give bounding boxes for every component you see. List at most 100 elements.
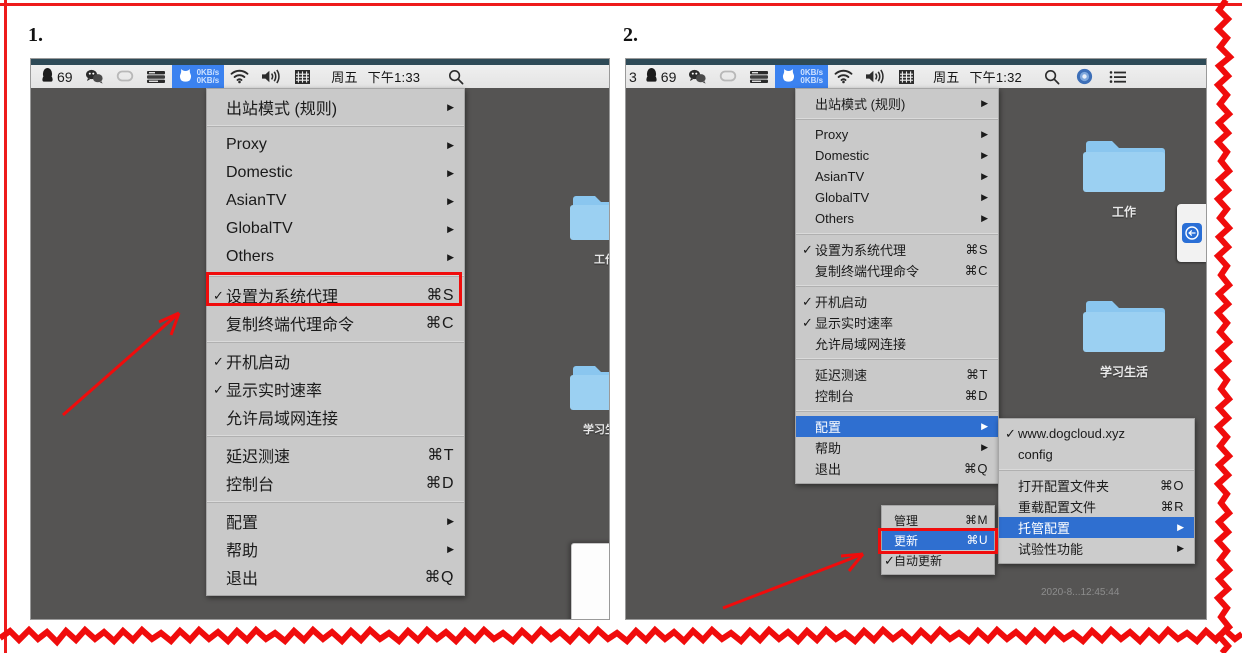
menu-bar-clock[interactable]: 下午1:32 (965, 65, 1028, 88)
menu-label: GlobalTV (815, 190, 870, 205)
pinyin-input-icon[interactable] (892, 65, 921, 88)
menu-item-globaltv[interactable]: GlobalTV ▶ (207, 215, 464, 243)
notification-center-icon[interactable] (1099, 65, 1133, 88)
menu-item-copy-terminal-command[interactable]: 复制终端代理命令 ⌘C (796, 260, 998, 281)
menu-check: ✓ (884, 552, 895, 568)
folder-study-life[interactable]: 学习生活 (1078, 293, 1170, 380)
menu-label: 更新 (894, 533, 919, 548)
app-badge-icon (1182, 223, 1202, 243)
submenu-arrow-icon: ▶ (447, 167, 454, 178)
istat-menus-icon[interactable] (743, 65, 775, 88)
submenu-item-config-profile[interactable]: config (999, 444, 1194, 465)
volume-icon[interactable] (255, 65, 288, 88)
menu-item-quit[interactable]: 退出 ⌘Q (207, 563, 464, 591)
clash-menu-bar-item[interactable]: 0KB/s 0KB/s (775, 65, 829, 88)
spotlight-search-icon[interactable] (426, 65, 470, 88)
panel-2-number: 2. (623, 24, 638, 46)
submenu-arrow-icon: ▶ (981, 98, 988, 108)
submenu-item-update[interactable]: 更新 ⌘U (882, 530, 994, 550)
panel-1-screenshot: 69 0KB/s 0KB/s 周五 下午1:33 工 学习 出站模式 (规则) … (30, 58, 610, 620)
submenu-item-open-config-folder[interactable]: 打开配置文件夹 ⌘O (999, 475, 1194, 496)
qq-penguin-icon[interactable]: 69 (639, 65, 683, 88)
menu-separator (796, 233, 998, 235)
menu-shortcut: ⌘Q (963, 460, 988, 476)
pinyin-input-icon[interactable] (288, 65, 317, 88)
submenu-item-reload-config[interactable]: 重载配置文件 ⌘R (999, 496, 1194, 517)
menu-item-allow-lan[interactable]: 允许局域网连接 (207, 403, 464, 431)
menu-item-others[interactable]: Others ▶ (796, 208, 998, 229)
menu-item-help[interactable]: 帮助 ▶ (796, 437, 998, 458)
background-window[interactable] (571, 543, 609, 619)
menu-item-show-speed[interactable]: ✓ 显示实时速率 (207, 375, 464, 403)
menu-bar-clock[interactable]: 下午1:33 (364, 65, 427, 88)
adobe-cc-icon[interactable] (713, 65, 743, 88)
siri-icon[interactable] (1066, 65, 1099, 88)
menu-item-copy-terminal-command[interactable]: 复制终端代理命令 ⌘C (207, 309, 464, 337)
wechat-icon[interactable] (682, 65, 713, 88)
menu-label: 打开配置文件夹 (1018, 479, 1110, 494)
qq-unread-count: 69 (57, 68, 73, 85)
menu-item-globaltv[interactable]: GlobalTV ▶ (796, 187, 998, 208)
folder-work[interactable]: 工作 (559, 188, 609, 267)
menu-shortcut: ⌘U (966, 533, 988, 547)
wifi-icon[interactable] (224, 65, 255, 88)
clash-main-menu: 出站模式 (规则) ▶ Proxy ▶ Domestic ▶ AsianTV ▶… (795, 88, 999, 484)
submenu-item-auto-update[interactable]: ✓ 自动更新 (882, 550, 994, 570)
submenu-arrow-icon: ▶ (447, 101, 454, 112)
menu-separator (796, 285, 998, 287)
submenu-arrow-icon: ▶ (981, 129, 988, 139)
folder-icon (1078, 293, 1170, 360)
menu-item-proxy[interactable]: Proxy ▶ (207, 131, 464, 159)
folder-work[interactable]: 工作 (1078, 133, 1170, 220)
submenu-arrow-icon: ▶ (447, 223, 454, 234)
menu-bar-day[interactable]: 周五 (921, 65, 965, 88)
menu-item-domestic[interactable]: Domestic ▶ (207, 159, 464, 187)
menu-item-outbound-mode[interactable]: 出站模式 (规则) ▶ (207, 93, 464, 121)
submenu-arrow-icon: ▶ (447, 139, 454, 150)
menu-item-quit[interactable]: 退出 ⌘Q (796, 458, 998, 479)
menu-item-config[interactable]: 配置 ▶ (796, 416, 998, 437)
menu-item-set-as-system-proxy[interactable]: ✓ 设置为系统代理 ⌘S (796, 239, 998, 260)
clash-menu-bar-item[interactable]: 0KB/s 0KB/s (171, 65, 225, 88)
menu-item-config[interactable]: 配置 ▶ (207, 507, 464, 535)
screen-edge-tab[interactable] (1177, 204, 1206, 262)
menu-bar-day[interactable]: 周五 (317, 65, 363, 88)
menu-item-proxy[interactable]: Proxy ▶ (796, 124, 998, 145)
submenu-item-dogcloud-profile[interactable]: ✓ www.dogcloud.xyz (999, 423, 1194, 444)
menu-item-asiantv[interactable]: AsianTV ▶ (207, 187, 464, 215)
submenu-item-manage[interactable]: 管理 ⌘M (882, 510, 994, 530)
menu-label: 开机启动 (815, 295, 868, 310)
menu-item-others[interactable]: Others ▶ (207, 243, 464, 271)
spotlight-search-icon[interactable] (1028, 65, 1066, 88)
submenu-arrow-icon: ▶ (981, 442, 988, 452)
menu-label: config (1018, 447, 1053, 462)
adobe-cc-icon[interactable] (110, 65, 140, 88)
folder-study-life[interactable]: 学习生活 (559, 358, 609, 437)
menu-label: 管理 (894, 513, 919, 528)
menu-item-asiantv[interactable]: AsianTV ▶ (796, 166, 998, 187)
qq-penguin-icon[interactable]: 69 (35, 65, 79, 88)
submenu-item-hosted-config[interactable]: 托管配置 ▶ (999, 517, 1194, 538)
frame-border-left (4, 0, 7, 653)
submenu-item-experimental[interactable]: 试验性功能 ▶ (999, 538, 1194, 559)
wifi-icon[interactable] (828, 65, 859, 88)
wechat-icon[interactable] (79, 65, 110, 88)
menu-item-dashboard[interactable]: 控制台 ⌘D (796, 385, 998, 406)
menu-label: 帮助 (226, 543, 259, 560)
menu-item-start-at-login[interactable]: ✓ 开机启动 (207, 347, 464, 375)
menu-item-help[interactable]: 帮助 ▶ (207, 535, 464, 563)
menu-item-benchmark[interactable]: 延迟测速 ⌘T (207, 441, 464, 469)
menu-label: 显示实时速率 (815, 316, 894, 331)
menu-item-allow-lan[interactable]: 允许局域网连接 (796, 333, 998, 354)
folder-icon (1078, 133, 1170, 200)
menu-item-dashboard[interactable]: 控制台 ⌘D (207, 469, 464, 497)
menu-item-outbound-mode[interactable]: 出站模式 (规则) ▶ (796, 93, 998, 114)
menu-item-domestic[interactable]: Domestic ▶ (796, 145, 998, 166)
menu-item-benchmark[interactable]: 延迟测速 ⌘T (796, 364, 998, 385)
volume-icon[interactable] (859, 65, 892, 88)
frame-border-top (0, 3, 1242, 6)
menu-item-show-speed[interactable]: ✓ 显示实时速率 (796, 312, 998, 333)
menu-item-set-as-system-proxy[interactable]: ✓ 设置为系统代理 ⌘S (207, 281, 464, 309)
istat-menus-icon[interactable] (140, 65, 172, 88)
menu-item-start-at-login[interactable]: ✓ 开机启动 (796, 291, 998, 312)
